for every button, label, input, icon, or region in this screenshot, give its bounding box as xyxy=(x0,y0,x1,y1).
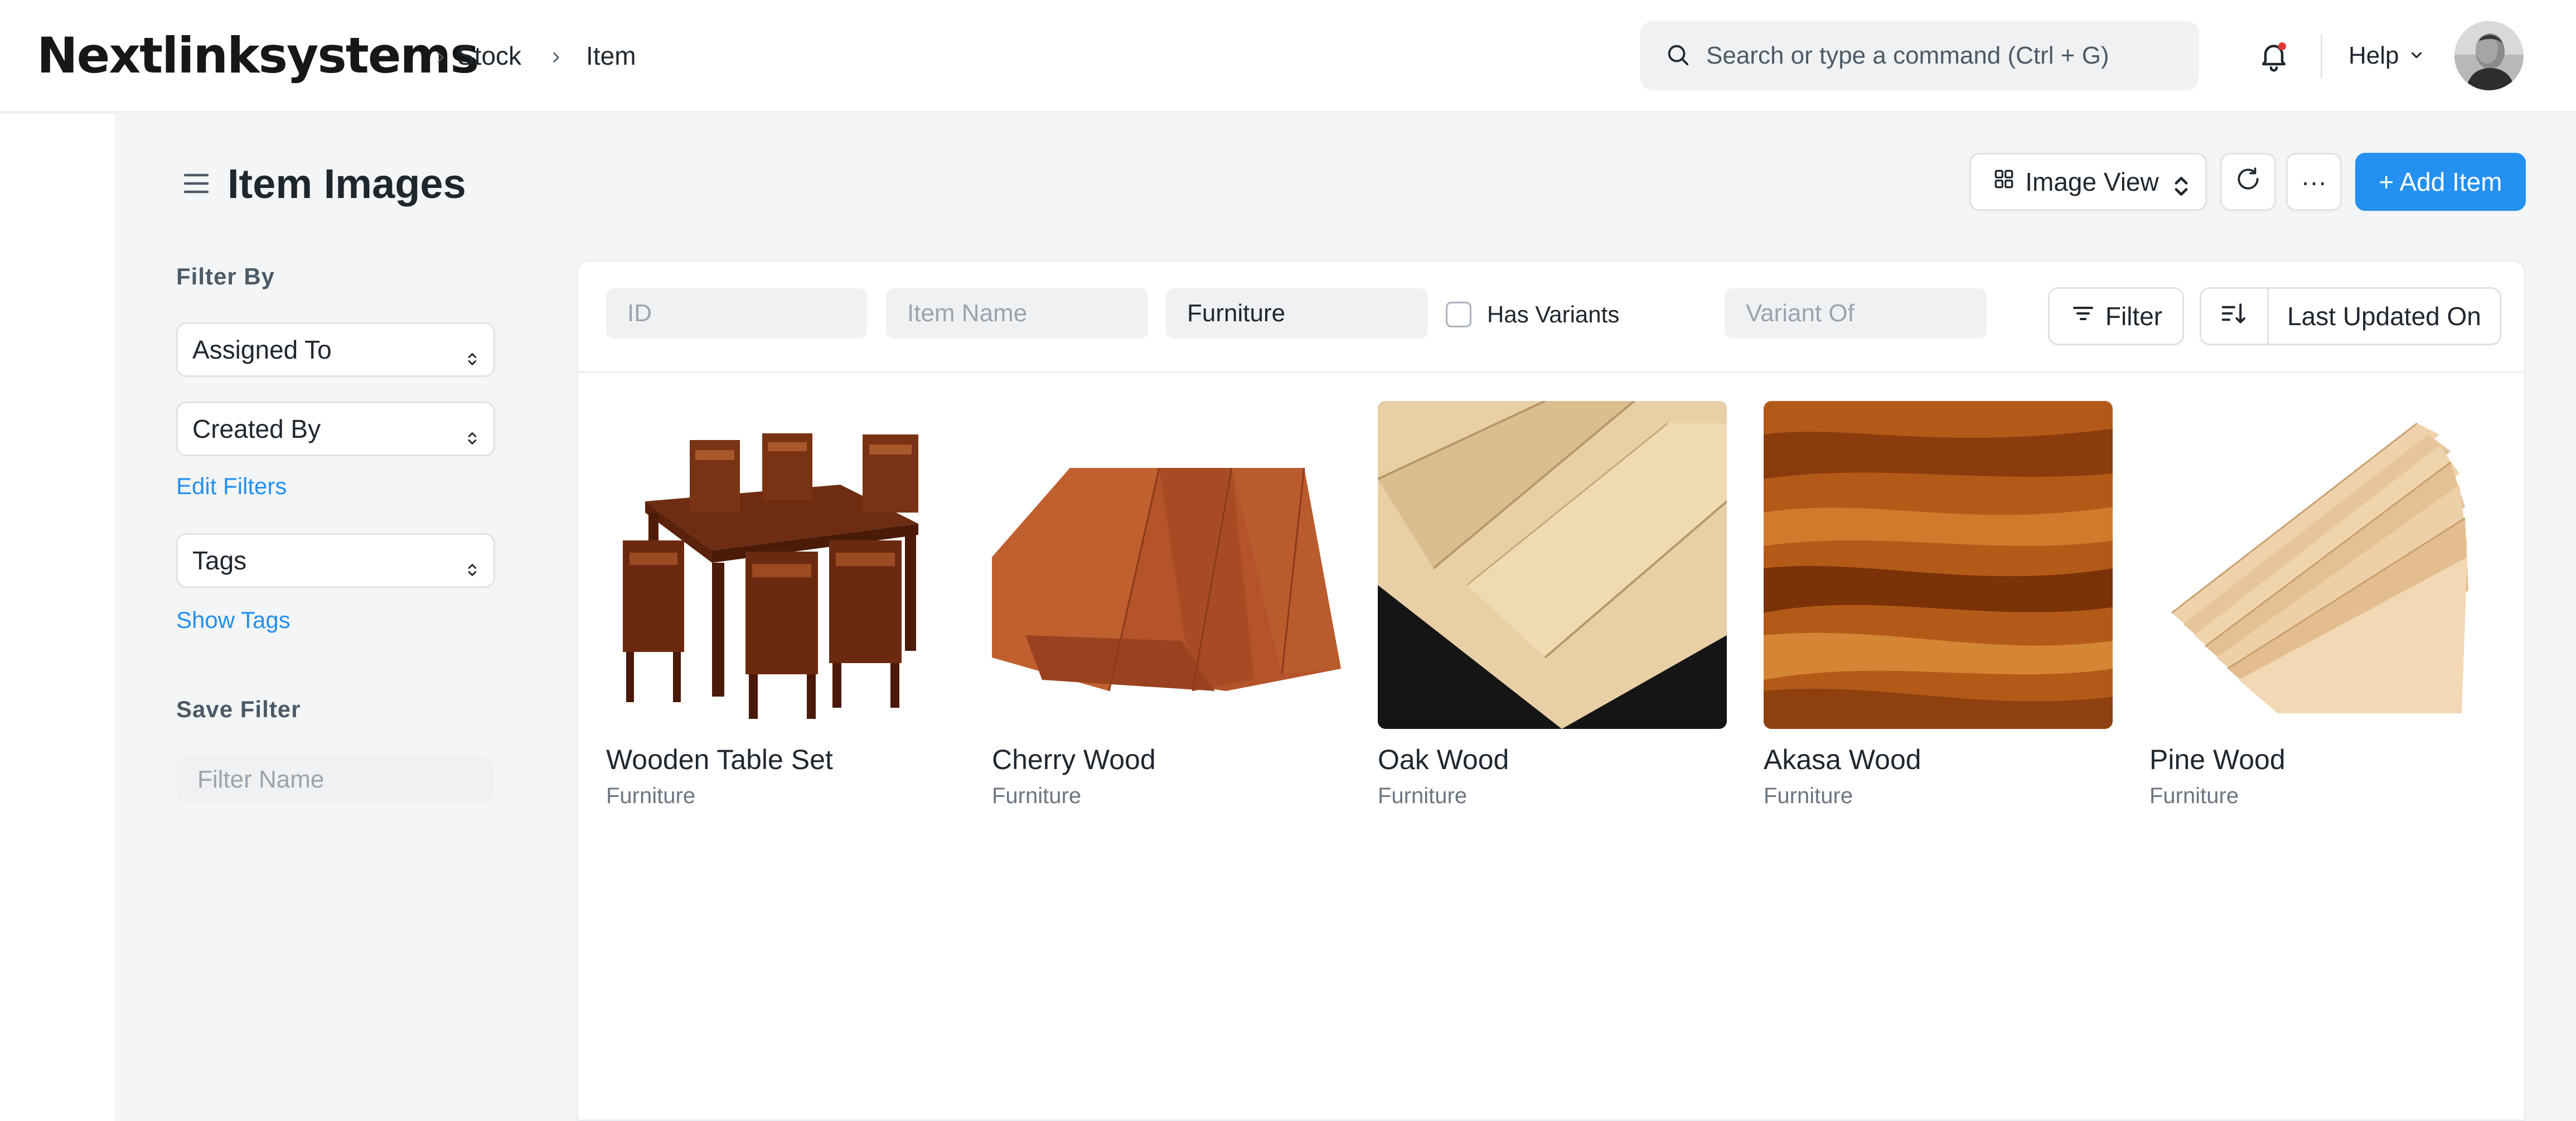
chevron-right-icon xyxy=(539,41,573,71)
filter-by-heading: Filter By xyxy=(176,263,275,289)
item-name[interactable]: Pine Wood xyxy=(2149,743,2286,776)
select-arrows-icon xyxy=(2169,174,2188,196)
item-name[interactable]: Wooden Table Set xyxy=(606,743,833,776)
more-actions-button[interactable]: ··· xyxy=(2286,153,2342,211)
sort-order-button[interactable] xyxy=(2200,287,2269,345)
item-image-cherry-wood[interactable] xyxy=(992,401,1341,729)
assigned-to-label: Assigned To xyxy=(192,335,332,364)
has-variants-label: Has Variants xyxy=(1487,301,1620,327)
item-card-wooden-table-set[interactable]: Wooden Table Set Furniture xyxy=(606,401,955,808)
breadcrumb-stock[interactable]: Stock xyxy=(457,41,521,71)
awesomebar[interactable] xyxy=(1640,21,2199,90)
variant-of-filter-input[interactable] xyxy=(1725,288,1987,339)
tags-label: Tags xyxy=(192,546,247,575)
brand-logo[interactable]: Nextlinksystems xyxy=(37,25,480,87)
view-switcher-label: Image View xyxy=(2025,167,2159,196)
search-icon xyxy=(1665,42,1691,70)
refresh-button[interactable] xyxy=(2220,153,2276,211)
item-group: Furniture xyxy=(1764,784,1853,808)
filter-name-input[interactable] xyxy=(176,755,494,804)
refresh-icon xyxy=(2234,165,2262,199)
tags-select[interactable]: Tags xyxy=(176,533,495,588)
select-arrows-icon xyxy=(464,422,480,444)
item-group: Furniture xyxy=(1378,784,1468,808)
select-arrows-icon xyxy=(464,554,480,576)
breadcrumb-item[interactable]: Item xyxy=(586,41,636,71)
standard-filter-bar: Has Variants Filter Last Updated On xyxy=(578,262,2524,373)
sort-descending-icon xyxy=(2219,298,2249,335)
item-group: Furniture xyxy=(606,784,696,808)
add-item-button[interactable]: + Add Item xyxy=(2355,153,2526,211)
item-image-wooden-table-set[interactable] xyxy=(606,401,955,729)
avatar[interactable] xyxy=(2454,21,2524,90)
list-card: Has Variants Filter Last Updated On xyxy=(577,260,2526,1121)
chevron-right-icon xyxy=(424,41,457,71)
item-card-pine-wood[interactable]: Pine Wood Furniture xyxy=(2149,401,2498,808)
notification-bell-icon[interactable] xyxy=(2257,39,2291,73)
item-image-oak-wood[interactable] xyxy=(1378,401,1727,729)
chevron-down-icon xyxy=(2399,42,2425,70)
select-arrows-icon xyxy=(464,343,480,365)
item-group-filter-input[interactable] xyxy=(1166,288,1428,339)
item-name-filter-input[interactable] xyxy=(886,288,1148,339)
breadcrumb: Stock Item xyxy=(424,39,636,73)
created-by-label: Created By xyxy=(192,414,321,443)
item-card-oak-wood[interactable]: Oak Wood Furniture xyxy=(1378,401,1727,808)
show-tags-link[interactable]: Show Tags xyxy=(176,607,290,634)
item-card-cherry-wood[interactable]: Cherry Wood Furniture xyxy=(992,401,1341,808)
item-card-akasa-wood[interactable]: Akasa Wood Furniture xyxy=(1764,401,2113,808)
item-image-pine-wood[interactable] xyxy=(2149,401,2498,729)
item-name[interactable]: Cherry Wood xyxy=(992,743,1156,776)
sidebar-toggle-icon[interactable] xyxy=(180,167,213,200)
filter-label: Filter xyxy=(2105,302,2163,331)
edit-filters-link[interactable]: Edit Filters xyxy=(176,473,287,500)
page-title: Item Images xyxy=(227,161,466,207)
save-filter-heading: Save Filter xyxy=(176,696,301,722)
help-dropdown[interactable]: Help xyxy=(2349,39,2425,73)
navbar: Nextlinksystems Stock Item Help xyxy=(0,0,2576,113)
filter-button[interactable]: Filter xyxy=(2048,287,2184,345)
notification-dot xyxy=(2278,42,2286,50)
item-image-akasa-wood[interactable] xyxy=(1764,401,2113,729)
item-group: Furniture xyxy=(992,784,1082,808)
view-switcher-button[interactable]: Image View xyxy=(1969,153,2207,211)
item-name[interactable]: Oak Wood xyxy=(1378,743,1509,776)
assigned-to-select[interactable]: Assigned To xyxy=(176,322,495,377)
grid-icon xyxy=(1992,167,2025,197)
created-by-select[interactable]: Created By xyxy=(176,402,495,456)
sort-by-button[interactable]: Last Updated On xyxy=(2267,287,2501,345)
has-variants-checkbox[interactable] xyxy=(1446,302,1471,327)
id-filter-input[interactable] xyxy=(606,288,867,339)
search-input[interactable] xyxy=(1706,42,2186,70)
left-gutter xyxy=(0,114,115,1121)
more-horizontal-icon: ··· xyxy=(2301,167,2327,196)
item-name[interactable]: Akasa Wood xyxy=(1764,743,1921,776)
navbar-divider xyxy=(2321,35,2322,78)
item-group: Furniture xyxy=(2149,784,2239,808)
help-label: Help xyxy=(2349,42,2399,69)
filter-icon xyxy=(2070,300,2105,333)
